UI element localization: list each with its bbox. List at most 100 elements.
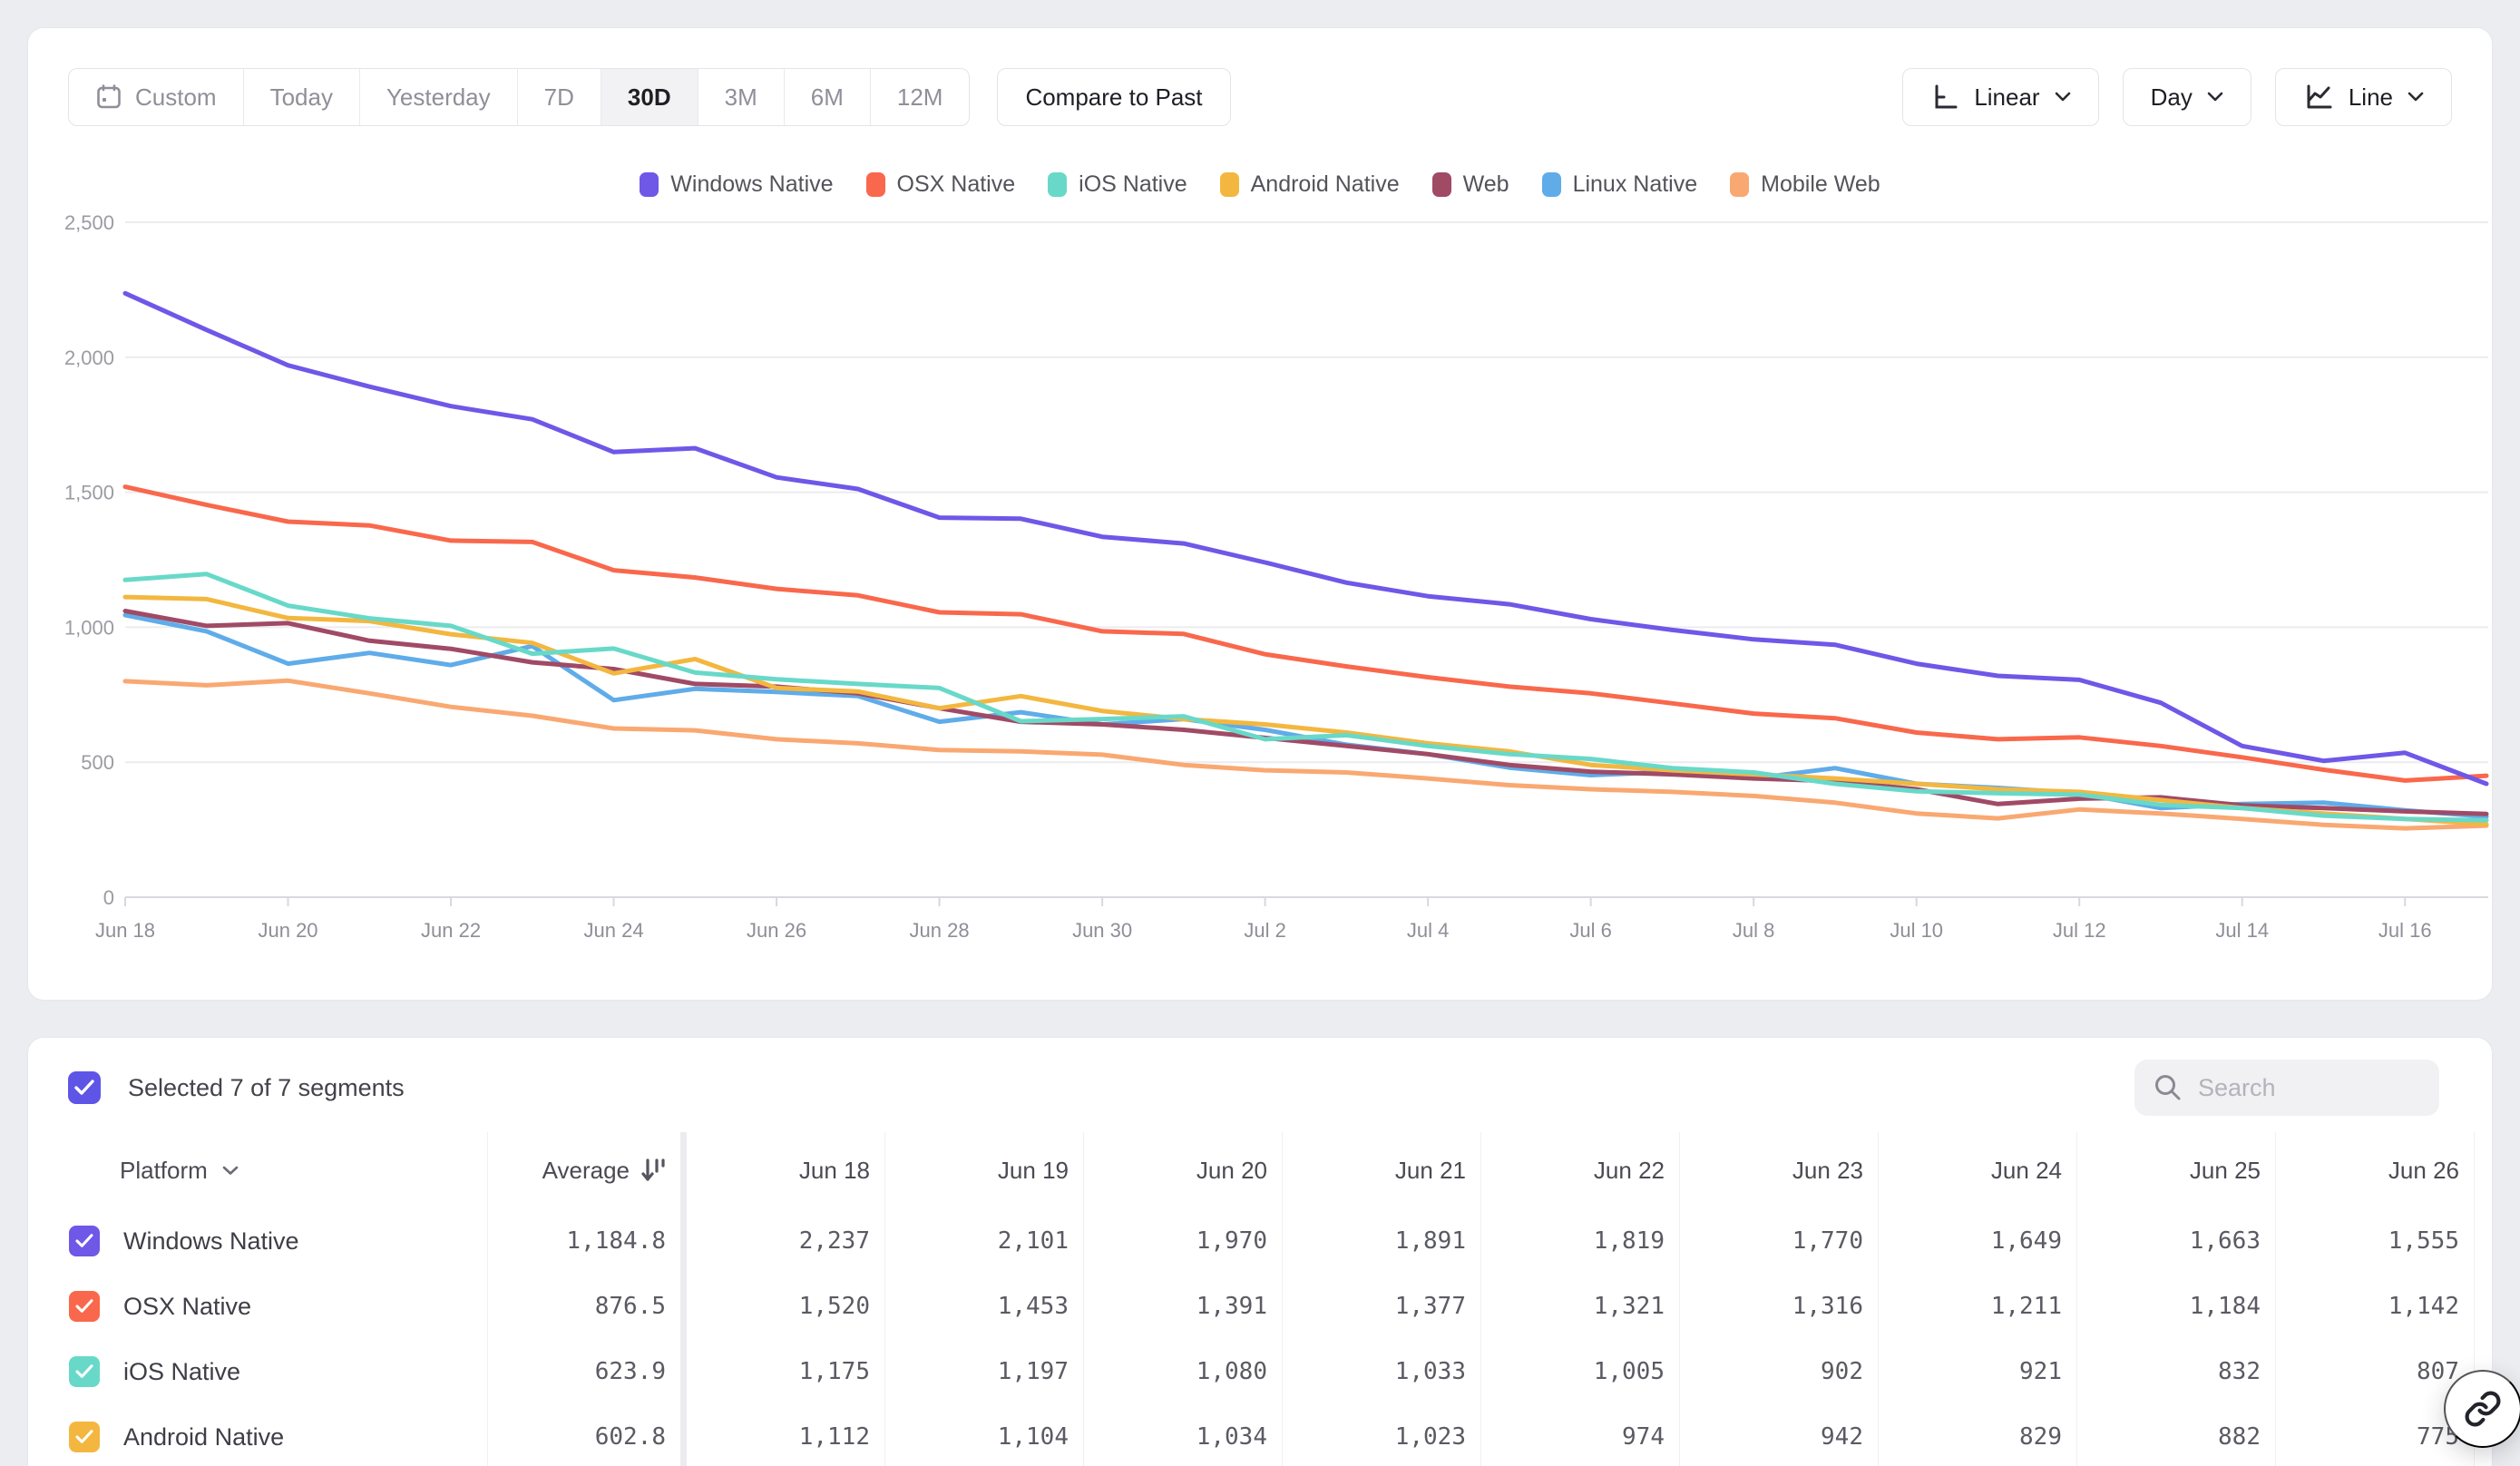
axis-scale-icon (1930, 83, 1959, 112)
value-cell: 1,184 (2077, 1274, 2276, 1339)
range-option-6m[interactable]: 6M (785, 69, 871, 125)
value-cell: 832 (2077, 1339, 2276, 1404)
value-cell: 1,316 (1680, 1274, 1879, 1339)
value-cell: 1,663 (2077, 1208, 2276, 1274)
average-value-cell: 1,184.8 (488, 1208, 687, 1274)
chart-type-dropdown[interactable]: Line (2275, 68, 2452, 126)
date-column-header-jun-26[interactable]: Jun 26 (2276, 1132, 2475, 1208)
range-option-yesterday[interactable]: Yesterday (360, 69, 518, 125)
row-checkbox[interactable] (69, 1226, 100, 1256)
segments-table-card: Selected 7 of 7 segments Platform Averag… (27, 1037, 2493, 1466)
legend-item-windows-native[interactable]: Windows Native (640, 171, 833, 198)
table-row-ios-native[interactable]: iOS Native623.91,1751,1971,0801,0331,005… (29, 1339, 2491, 1404)
table-header-bar: Selected 7 of 7 segments (68, 1058, 2439, 1118)
row-checkbox[interactable] (69, 1291, 100, 1322)
legend-swatch (1542, 172, 1561, 197)
svg-text:Jun 24: Jun 24 (584, 919, 644, 942)
calendar-icon (95, 83, 122, 111)
svg-text:Jul 10: Jul 10 (1890, 919, 1943, 942)
interval-dropdown[interactable]: Day (2123, 68, 2251, 126)
value-cell: 1,104 (885, 1404, 1084, 1466)
svg-text:Jul 4: Jul 4 (1407, 919, 1449, 942)
line-chart-icon (2303, 83, 2334, 112)
value-cell: 1,080 (1084, 1339, 1283, 1404)
svg-text:Jun 20: Jun 20 (258, 919, 317, 942)
series-line-web (125, 611, 2486, 815)
value-cell: 974 (1481, 1404, 1680, 1466)
share-link-button[interactable] (2444, 1370, 2520, 1448)
svg-text:0: 0 (103, 886, 114, 909)
range-option-12m[interactable]: 12M (871, 69, 970, 125)
svg-text:Jun 22: Jun 22 (421, 919, 481, 942)
date-column-header-jun-22[interactable]: Jun 22 (1481, 1132, 1680, 1208)
range-option-custom[interactable]: Custom (69, 69, 244, 125)
legend-item-osx-native[interactable]: OSX Native (866, 171, 1016, 198)
platform-cell: OSX Native (29, 1274, 488, 1339)
sort-descending-icon (640, 1157, 668, 1184)
row-checkbox[interactable] (69, 1356, 100, 1387)
value-cell: 1,520 (687, 1274, 885, 1339)
legend-item-linux-native[interactable]: Linux Native (1542, 171, 1698, 198)
range-option-label: 30D (628, 83, 671, 112)
value-cell: 1,819 (1481, 1208, 1680, 1274)
value-cell: 1,970 (1084, 1208, 1283, 1274)
range-option-7d[interactable]: 7D (518, 69, 601, 125)
platform-name: Android Native (123, 1423, 284, 1451)
range-option-label: Custom (135, 83, 217, 112)
row-checkbox[interactable] (69, 1422, 100, 1452)
date-column-header-jun-24[interactable]: Jun 24 (1879, 1132, 2077, 1208)
link-icon (2464, 1390, 2502, 1428)
legend-item-ios-native[interactable]: iOS Native (1048, 171, 1187, 198)
range-option-3m[interactable]: 3M (698, 69, 785, 125)
legend-swatch (1220, 172, 1239, 197)
value-cell: 1,033 (1283, 1339, 1481, 1404)
segments-table: Platform Average Jun 18Jun 19Jun 20Jun 2… (29, 1132, 2491, 1466)
date-column-header-jun-25[interactable]: Jun 25 (2077, 1132, 2276, 1208)
svg-text:Jun 30: Jun 30 (1072, 919, 1132, 942)
check-icon (75, 1430, 93, 1444)
scale-dropdown[interactable]: Linear (1902, 68, 2098, 126)
value-cell: 1,891 (1283, 1208, 1481, 1274)
line-chart: 05001,0001,5002,0002,500Jun 18Jun 20Jun … (28, 206, 2492, 959)
check-icon (75, 1364, 93, 1379)
table-row-android-native[interactable]: Android Native602.81,1121,1041,0341,0239… (29, 1404, 2491, 1466)
chart-type-dropdown-label: Line (2349, 83, 2393, 112)
date-column-header-jun-20[interactable]: Jun 20 (1084, 1132, 1283, 1208)
range-option-label: Yesterday (386, 83, 491, 112)
svg-text:Jul 14: Jul 14 (2215, 919, 2269, 942)
date-column-header-jun-18[interactable]: Jun 18 (687, 1132, 885, 1208)
legend-swatch (640, 172, 659, 197)
date-column-header-jun-19[interactable]: Jun 19 (885, 1132, 1084, 1208)
platform-name: Windows Native (123, 1227, 299, 1256)
range-option-today[interactable]: Today (244, 69, 360, 125)
range-option-30d[interactable]: 30D (601, 69, 698, 125)
value-cell: 1,197 (885, 1339, 1084, 1404)
legend-swatch (866, 172, 885, 197)
legend-item-web[interactable]: Web (1432, 171, 1509, 198)
selected-segments-label: Selected 7 of 7 segments (128, 1074, 405, 1102)
value-cell: 1,023 (1283, 1404, 1481, 1466)
date-column-header-jun-23[interactable]: Jun 23 (1680, 1132, 1879, 1208)
average-column-header[interactable]: Average (488, 1132, 687, 1208)
value-cell: 1,321 (1481, 1274, 1680, 1339)
compare-to-past-button[interactable]: Compare to Past (997, 68, 1230, 126)
legend-item-mobile-web[interactable]: Mobile Web (1730, 171, 1880, 198)
legend-swatch (1432, 172, 1451, 197)
platform-cell: Android Native (29, 1404, 488, 1466)
platform-column-header[interactable]: Platform (29, 1132, 488, 1208)
svg-text:Jul 6: Jul 6 (1569, 919, 1611, 942)
legend-label: OSX Native (897, 171, 1016, 198)
value-cell: 1,453 (885, 1274, 1084, 1339)
legend-label: iOS Native (1079, 171, 1187, 198)
svg-text:Jul 16: Jul 16 (2378, 919, 2432, 942)
table-row-osx-native[interactable]: OSX Native876.51,5201,4531,3911,3771,321… (29, 1274, 2491, 1339)
value-cell: 902 (1680, 1339, 1879, 1404)
chevron-down-icon (2055, 92, 2071, 103)
average-value-cell: 602.8 (488, 1404, 687, 1466)
table-row-windows-native[interactable]: Windows Native1,184.82,2372,1011,9701,89… (29, 1208, 2491, 1274)
select-all-checkbox[interactable] (68, 1071, 101, 1104)
date-column-header-jun-21[interactable]: Jun 21 (1283, 1132, 1481, 1208)
search-input[interactable] (2198, 1074, 2398, 1102)
svg-text:Jul 12: Jul 12 (2053, 919, 2106, 942)
legend-item-android-native[interactable]: Android Native (1220, 171, 1400, 198)
